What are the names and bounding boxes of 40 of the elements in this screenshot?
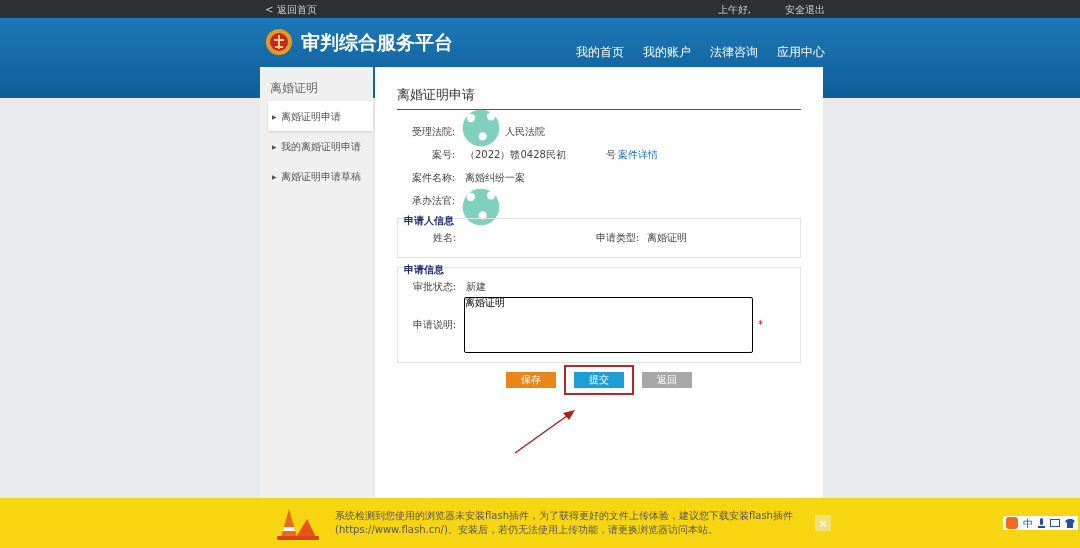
site-title: 审判综合服务平台 xyxy=(301,29,453,55)
redaction-blob xyxy=(461,186,501,227)
sogou-logo-icon xyxy=(1006,517,1018,529)
field-value: 离婚证明 xyxy=(647,231,688,245)
field-label: 姓名: xyxy=(431,231,456,245)
field-label: 案件名称: xyxy=(410,170,455,185)
field-value: （2022）赣0428民初 xyxy=(465,147,566,162)
field-label: 承办法官: xyxy=(410,193,455,208)
nav-link[interactable]: 法律咨询 xyxy=(710,43,758,59)
field-value: 人民法院 xyxy=(505,124,545,139)
page-title: 离婚证明申请 xyxy=(397,85,801,110)
section-title: 申请人信息 xyxy=(404,212,454,228)
greeting-text: 上午好, xyxy=(717,2,751,17)
field-value: 新建 xyxy=(466,280,486,294)
shirt-icon[interactable] xyxy=(1065,518,1075,528)
field-label: 申请类型: xyxy=(596,231,640,245)
field-label: 申请说明: xyxy=(411,318,456,332)
field-label: 案号: xyxy=(430,147,455,162)
nav-link[interactable]: 我的账户 xyxy=(643,43,691,59)
submit-button[interactable]: 提交 xyxy=(574,371,624,388)
keyboard-icon[interactable] xyxy=(1050,519,1060,527)
field-label: 审批状态: xyxy=(411,280,456,294)
flash-notice-text: 系统检测到您使用的浏览器未安装flash插件，为了获得更好的文件上传体验，建议您下载安装flash插件(https://www.flash.cn/)。安装后，若仍无法使用上传功能，请更换浏览器访问本站。 xyxy=(335,509,794,537)
sidebar-title: 离婚证明 xyxy=(269,80,319,97)
field-value: 离婚纠纷一案 xyxy=(465,170,525,185)
field-value: 号 xyxy=(605,147,616,162)
back-home-link[interactable]: < 返回首页 xyxy=(265,1,317,17)
emblem-icon xyxy=(265,27,293,57)
ime-mode-toggle[interactable]: 中 xyxy=(1023,515,1033,531)
nav-link[interactable]: 应用中心 xyxy=(777,43,825,59)
field-label: 受理法院: xyxy=(410,124,455,139)
required-mark: * xyxy=(758,318,763,332)
description-field[interactable]: 离婚证明 xyxy=(464,296,753,353)
section-title: 申请信息 xyxy=(404,261,444,277)
redaction-blob xyxy=(461,107,501,148)
microphone-icon[interactable] xyxy=(1038,518,1045,528)
pointer-arrow xyxy=(513,407,577,455)
case-detail-link[interactable]: 案件详情 xyxy=(617,146,658,162)
nav-link[interactable]: 我的首页 xyxy=(576,43,624,59)
logout-link[interactable]: 安全退出 xyxy=(785,1,825,17)
